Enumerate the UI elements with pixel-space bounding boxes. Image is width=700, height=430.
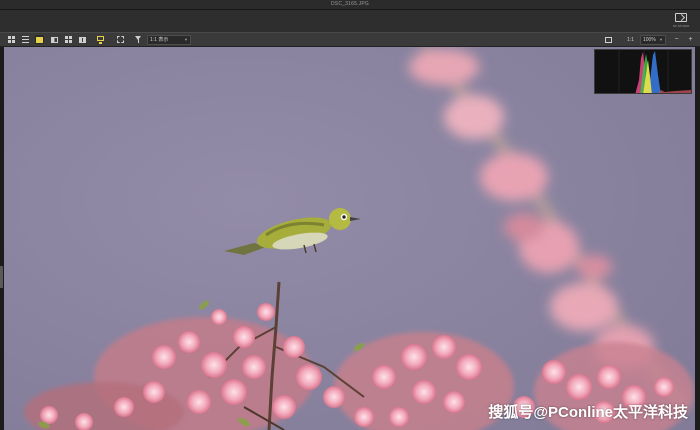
thumbnail-grid-icon[interactable] <box>7 35 16 44</box>
filmstrip-icon[interactable] <box>78 35 87 44</box>
window-titlebar: DSC_3165.JPG <box>0 0 700 10</box>
histogram-graph <box>618 50 691 93</box>
zoom-out-icon[interactable]: − <box>672 35 681 44</box>
list-view-icon[interactable] <box>21 35 30 44</box>
viewer-toolbar: 1:1 表示 ▼ 1:1 100% ▼ − + <box>0 32 700 47</box>
brand-bar: NX STUDIO <box>0 10 700 32</box>
nx-studio-logo-icon: NX STUDIO <box>672 12 690 30</box>
zoom-percent-dropdown[interactable]: 100% ▼ <box>640 35 666 45</box>
watermark-text: 搜狐号@PConline太平洋科技 <box>488 404 688 421</box>
crop-icon[interactable] <box>116 35 125 44</box>
chevron-down-icon: ▼ <box>659 37 663 42</box>
compare-two-icon[interactable] <box>50 35 59 44</box>
window-title: DSC_3165.JPG <box>331 1 369 7</box>
zoom-in-icon[interactable]: + <box>686 35 695 44</box>
compare-four-icon[interactable] <box>64 35 73 44</box>
monitor-icon[interactable] <box>96 35 105 44</box>
fit-icon[interactable] <box>604 35 615 44</box>
photo-viewer[interactable] <box>4 47 695 430</box>
brand-name: NX STUDIO <box>672 24 690 28</box>
display-mode-value: 1:1 表示 <box>150 37 169 43</box>
histogram-panel[interactable] <box>594 49 692 94</box>
zoom-percent-value: 100% <box>643 37 656 43</box>
filter-icon[interactable] <box>134 35 143 44</box>
single-view-icon[interactable] <box>35 35 44 44</box>
display-mode-dropdown[interactable]: 1:1 表示 ▼ <box>147 35 191 45</box>
right-panel-gutter <box>695 47 700 430</box>
photo-image <box>4 47 695 430</box>
chevron-down-icon: ▼ <box>184 37 188 42</box>
zoom-ratio[interactable]: 1:1 <box>627 36 634 44</box>
left-panel-toggle[interactable] <box>0 266 3 288</box>
